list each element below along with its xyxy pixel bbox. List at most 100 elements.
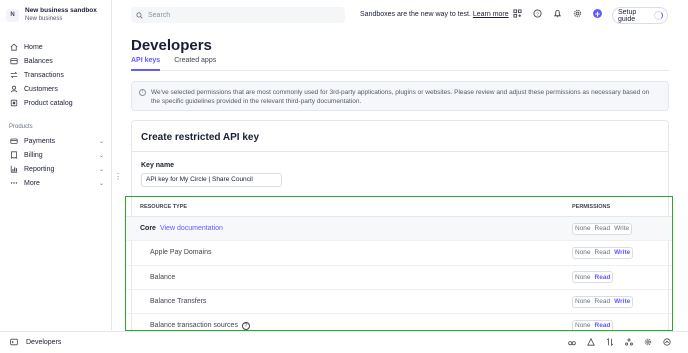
customers-icon — [10, 85, 18, 93]
sidebar-item-label: Home — [24, 43, 43, 51]
permission-selector[interactable]: None Read — [572, 319, 614, 330]
sidebar-item-label: Product catalog — [24, 99, 73, 107]
top-icon-bar: ? + — [513, 9, 602, 19]
permission-selector[interactable]: None Read Write — [572, 246, 634, 259]
products-section-label: Products — [9, 124, 33, 130]
sidebar-item-payments[interactable]: Payments ⌄ — [10, 134, 104, 148]
product-catalog-icon — [10, 99, 18, 107]
table-row: Balance None Read — [126, 266, 672, 290]
chevron-down-icon: ⌄ — [98, 138, 104, 145]
sidebar-item-product-catalog[interactable]: Product catalog — [10, 96, 106, 110]
developers-toggle[interactable]: Developers — [10, 338, 61, 346]
permission-option-none[interactable]: None — [575, 225, 591, 232]
permission-selector[interactable]: None Read Write — [572, 222, 633, 235]
column-header-permissions: PERMISSIONS — [572, 203, 611, 210]
sidebar-resize-handle[interactable]: ⋮ — [114, 172, 122, 181]
sidebar-item-label: More — [24, 179, 40, 187]
resource-name: Balance Transfers — [150, 298, 207, 306]
tab-created-apps[interactable]: Created apps — [174, 57, 216, 71]
permission-option-write[interactable]: Write — [614, 225, 629, 232]
chevron-down-icon: ⌄ — [98, 152, 104, 159]
sidebar-item-reporting[interactable]: Reporting ⌄ — [10, 162, 104, 176]
sidebar-item-transactions[interactable]: Transactions — [10, 68, 106, 82]
divider — [132, 151, 668, 152]
apps-icon[interactable] — [513, 9, 522, 18]
view-documentation-link[interactable]: View documentation — [160, 225, 223, 232]
sidebar-item-label: Billing — [24, 151, 43, 159]
table-row: Balance Transfers None Read Write — [126, 290, 672, 315]
tab-api-keys[interactable]: API keys — [131, 57, 161, 71]
sidebar-item-label: Customers — [24, 85, 58, 93]
sandbox-message: Sandboxes are the new way to test. Learn… — [360, 11, 509, 18]
sort-arrows-icon[interactable] — [606, 337, 614, 347]
table-header: RESOURCE TYPE PERMISSIONS — [126, 197, 672, 217]
permission-option-write[interactable]: Write — [614, 249, 630, 256]
help-icon[interactable]: ? — [533, 9, 542, 18]
developers-bottom-bar: Developers — [0, 331, 688, 353]
permissions-table: RESOURCE TYPE PERMISSIONS Core View docu… — [125, 196, 673, 331]
permission-option-none[interactable]: None — [575, 298, 591, 305]
account-subtitle: New business — [25, 16, 63, 22]
developers-label: Developers — [26, 338, 62, 346]
info-icon: i — [139, 89, 146, 96]
permission-option-write[interactable]: Write — [614, 298, 630, 305]
account-switcher[interactable]: N New business sandbox New business — [6, 7, 97, 23]
resource-name: Balance transaction sources — [150, 322, 238, 330]
permission-option-read[interactable]: Read — [595, 249, 611, 256]
table-row: Balance transaction sources ? None Read — [126, 314, 672, 330]
learn-more-link[interactable]: Learn more — [473, 11, 509, 18]
reporting-icon — [10, 165, 18, 173]
page-title: Developers — [131, 37, 212, 54]
resource-name: Apple Pay Domains — [150, 249, 212, 257]
key-name-input[interactable]: API key for My Circle | Share Council — [141, 173, 282, 187]
transactions-icon — [10, 71, 18, 79]
help-question-icon[interactable]: ? — [241, 321, 250, 330]
permission-option-read[interactable]: Read — [595, 225, 611, 232]
create-plus-button[interactable]: + — [593, 9, 602, 19]
sidebar-item-more[interactable]: More ⌄ — [10, 176, 104, 190]
permission-selector[interactable]: None Read — [572, 271, 614, 284]
sandbox-message-text: Sandboxes are the new way to test. — [360, 11, 471, 18]
search-placeholder: Search — [148, 11, 171, 19]
settings-gear-icon[interactable] — [573, 9, 582, 18]
core-label: Core — [140, 225, 156, 233]
webhooks-icon[interactable] — [625, 338, 633, 346]
binoculars-icon[interactable] — [568, 338, 576, 346]
table-row: Apple Pay Domains None Read Write — [126, 241, 672, 266]
collapse-chevron-icon[interactable] — [663, 338, 671, 346]
setup-guide-button[interactable]: Setup guide — [612, 7, 668, 24]
sidebar-item-billing[interactable]: Billing ⌄ — [10, 148, 104, 162]
billing-icon — [11, 151, 17, 159]
sidebar-item-customers[interactable]: Customers — [10, 82, 106, 96]
settings-gear-icon[interactable] — [644, 338, 652, 346]
warning-icon[interactable] — [587, 337, 595, 346]
progress-ring-icon — [654, 11, 663, 20]
main-nav: Home Balances Transactions Customers Pro… — [10, 40, 106, 110]
svg-text:?: ? — [536, 11, 539, 17]
chevron-down-icon: ⌄ — [98, 166, 104, 173]
sidebar-item-balances[interactable]: Balances — [10, 54, 106, 68]
products-nav: Payments ⌄ Billing ⌄ Reporting ⌄ More ⌄ — [10, 134, 104, 190]
notifications-bell-icon[interactable] — [553, 9, 562, 18]
table-row-core: Core View documentation None Read Write — [126, 217, 672, 242]
setup-guide-label: Setup guide — [618, 8, 637, 23]
search-input[interactable]: Search — [131, 7, 345, 23]
more-icon — [10, 182, 18, 184]
permission-option-read[interactable]: Read — [595, 274, 611, 281]
permission-option-read[interactable]: Read — [595, 322, 611, 329]
permission-option-none[interactable]: None — [575, 249, 591, 256]
permission-option-read[interactable]: Read — [595, 298, 611, 305]
search-icon — [136, 11, 143, 19]
sidebar: N New business sandbox New business Home… — [0, 0, 112, 330]
tab-bar: API keys Created apps — [131, 57, 669, 71]
account-name: New business sandbox — [25, 7, 97, 14]
permission-selector[interactable]: None Read Write — [572, 295, 634, 308]
sidebar-item-label: Payments — [24, 137, 56, 145]
card-title: Create restricted API key — [141, 132, 260, 143]
sidebar-item-label: Transactions — [24, 71, 64, 79]
permission-option-none[interactable]: None — [575, 274, 591, 281]
sidebar-item-home[interactable]: Home — [10, 40, 106, 54]
column-header-resource: RESOURCE TYPE — [140, 203, 188, 210]
permission-option-none[interactable]: None — [575, 322, 591, 329]
terminal-icon — [10, 338, 18, 346]
